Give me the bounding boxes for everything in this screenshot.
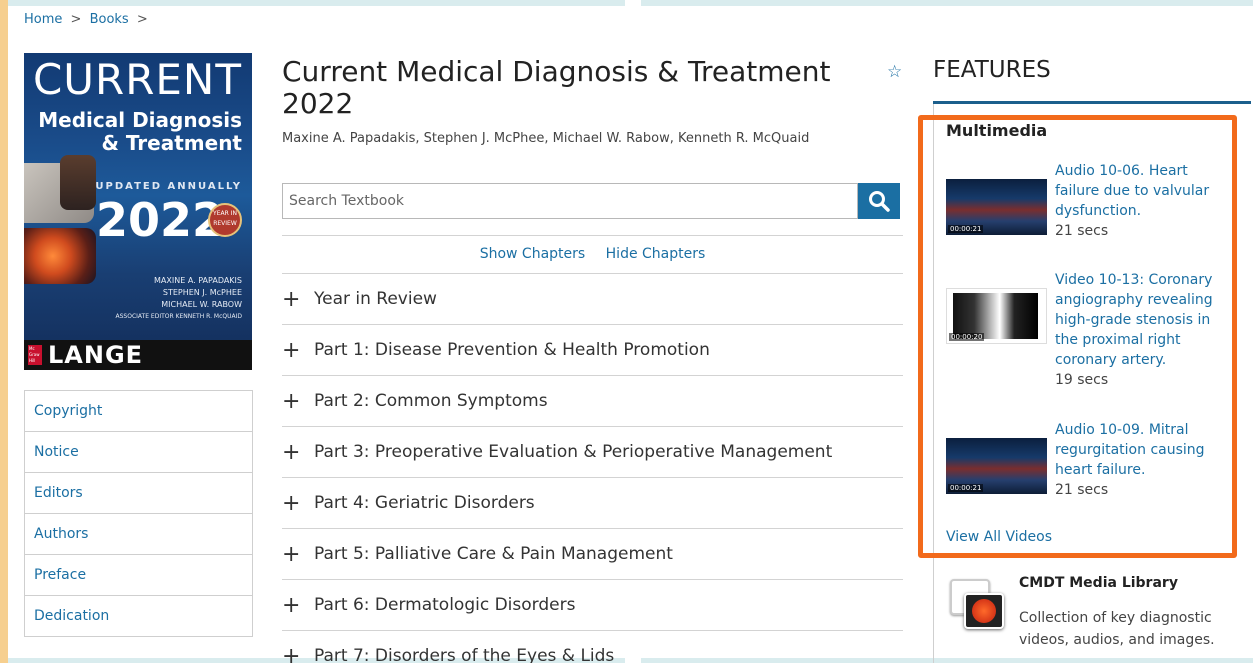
toc-item-label: Part 3: Preoperative Evaluation & Periop… [314, 442, 833, 462]
media-duration: 21 secs [1055, 482, 1109, 498]
thumbnail-timestamp: 00:00:21 [948, 484, 984, 492]
search-box [282, 183, 858, 219]
cover-photo-doctor [60, 155, 96, 210]
toc-item[interactable]: + Part 3: Preoperative Evaluation & Perio… [282, 426, 903, 477]
video-thumbnail[interactable]: 00:00:20 [946, 288, 1047, 344]
expand-plus-icon[interactable]: + [282, 644, 314, 663]
media-title[interactable]: Audio 10-09. Mitral regurgitation causin… [1055, 420, 1215, 480]
cover-associate-editor: ASSOCIATE EDITOR KENNETH R. McQUAID [115, 313, 242, 320]
view-all-videos-link[interactable]: View All Videos [946, 529, 1052, 545]
toc-item[interactable]: + Part 6: Dermatologic Disorders [282, 579, 903, 630]
search-input[interactable] [283, 184, 857, 218]
media-duration: 19 secs [1055, 372, 1109, 388]
nav-item-copyright[interactable]: Copyright [25, 391, 252, 432]
media-library-description: Collection of key diagnostic videos, aud… [1019, 610, 1215, 648]
top-divider-right [641, 0, 1253, 6]
toc-item-label: Part 5: Palliative Care & Pain Managemen… [314, 544, 673, 564]
expand-plus-icon[interactable]: + [282, 440, 314, 465]
expand-plus-icon[interactable]: + [282, 287, 314, 312]
search-icon [869, 191, 890, 212]
cover-subtitle: Medical Diagnosis & Treatment [38, 109, 242, 155]
cover-subtitle-line1: Medical Diagnosis [38, 108, 242, 132]
nav-item-dedication[interactable]: Dedication [25, 596, 252, 637]
cover-badge: YEAR IN REVIEW [208, 203, 242, 237]
favorite-star-icon[interactable]: ☆ [887, 62, 902, 82]
toc-item[interactable]: + Part 1: Disease Prevention & Health Pro… [282, 324, 903, 375]
breadcrumb-home[interactable]: Home [24, 12, 62, 27]
book-authors: Maxine A. Papadakis, Stephen J. McPhee, … [282, 131, 810, 146]
toc-item-label: Part 1: Disease Prevention & Health Prom… [314, 340, 710, 360]
page: Home > Books > CURRENT Medical Diagnosis… [8, 0, 1253, 663]
expand-plus-icon[interactable]: + [282, 338, 314, 363]
mcgraw-hill-logo: Mc Graw Hill [28, 345, 42, 365]
media-link[interactable]: Audio 10-09. Mitral regurgitation causin… [1055, 420, 1215, 500]
expand-plus-icon[interactable]: + [282, 542, 314, 567]
toc-item[interactable]: + Part 7: Disorders of the Eyes & Lids [282, 630, 903, 663]
expand-plus-icon[interactable]: + [282, 389, 314, 414]
thumbnail-timestamp: 00:00:20 [949, 333, 985, 341]
cover-year: 2022 [96, 193, 225, 247]
expand-plus-icon[interactable]: + [282, 593, 314, 618]
toc-divider [282, 235, 903, 236]
cover-author: MICHAEL W. RABOW [161, 300, 242, 309]
front-matter-nav: Copyright Notice Editors Authors Preface… [24, 390, 253, 637]
audio-thumbnail[interactable]: 00:00:21 [946, 438, 1047, 494]
book-title: Current Medical Diagnosis & Treatment 20… [282, 55, 831, 120]
media-duration: 21 secs [1055, 223, 1109, 239]
cover-title: CURRENT [32, 55, 242, 104]
cover-publisher-bar: Mc Graw Hill LANGE [24, 340, 252, 370]
nav-item-preface[interactable]: Preface [25, 555, 252, 596]
toc-item-label: Year in Review [314, 289, 437, 309]
toc-item-label: Part 7: Disorders of the Eyes & Lids [314, 646, 615, 663]
table-of-contents: + Year in Review + Part 1: Disease Prevent… [282, 273, 903, 663]
media-link[interactable]: Audio 10-06. Heart failure due to valvul… [1055, 161, 1215, 241]
top-divider-left [8, 0, 625, 6]
hide-chapters-link[interactable]: Hide Chapters [606, 246, 706, 262]
media-library-title[interactable]: CMDT Media Library [1019, 575, 1178, 591]
chapter-toggles: Show Chapters Hide Chapters [282, 246, 903, 262]
toc-item[interactable]: + Part 4: Geriatric Disorders [282, 477, 903, 528]
book-cover[interactable]: CURRENT Medical Diagnosis & Treatment UP… [24, 53, 252, 370]
nav-item-notice[interactable]: Notice [25, 432, 252, 473]
features-border [933, 104, 934, 663]
cover-updated-annually: UPDATED ANNUALLY [95, 181, 242, 192]
nav-item-editors[interactable]: Editors [25, 473, 252, 514]
media-title[interactable]: Video 10-13: Coronary angiography reveal… [1055, 270, 1215, 370]
media-library-icon[interactable] [946, 577, 1004, 629]
photo-image [972, 599, 996, 623]
toc-item[interactable]: + Part 5: Palliative Care & Pain Manageme… [282, 528, 903, 579]
lange-logo: LANGE [48, 341, 144, 369]
toc-item-label: Part 6: Dermatologic Disorders [314, 595, 576, 615]
cover-author: STEPHEN J. McPHEE [162, 288, 242, 297]
breadcrumb-separator: > [136, 12, 148, 27]
toc-item-label: Part 2: Common Symptoms [314, 391, 548, 411]
thumbnail-timestamp: 00:00:21 [948, 225, 984, 233]
search-button[interactable] [858, 183, 900, 219]
expand-plus-icon[interactable]: + [282, 491, 314, 516]
audio-thumbnail[interactable]: 00:00:21 [946, 179, 1047, 235]
cover-subtitle-line2: & Treatment [101, 131, 242, 155]
nav-item-authors[interactable]: Authors [25, 514, 252, 555]
breadcrumb: Home > Books > [24, 12, 152, 27]
media-link[interactable]: Video 10-13: Coronary angiography reveal… [1055, 270, 1215, 390]
breadcrumb-separator: > [70, 12, 82, 27]
cover-authors: MAXINE A. PAPADAKIS STEPHEN J. McPHEE MI… [116, 275, 242, 323]
toc-item-label: Part 4: Geriatric Disorders [314, 493, 535, 513]
cover-photo-lungs [24, 228, 96, 284]
photo-stack-front [964, 593, 1004, 629]
multimedia-heading: Multimedia [946, 121, 1048, 140]
breadcrumb-books[interactable]: Books [90, 12, 129, 27]
show-chapters-link[interactable]: Show Chapters [480, 246, 586, 262]
cover-author: MAXINE A. PAPADAKIS [154, 276, 242, 285]
media-title[interactable]: Audio 10-06. Heart failure due to valvul… [1055, 161, 1215, 221]
features-rule [933, 101, 1251, 104]
features-heading: FEATURES [933, 57, 1051, 83]
toc-item[interactable]: + Year in Review [282, 273, 903, 324]
toc-item[interactable]: + Part 2: Common Symptoms [282, 375, 903, 426]
